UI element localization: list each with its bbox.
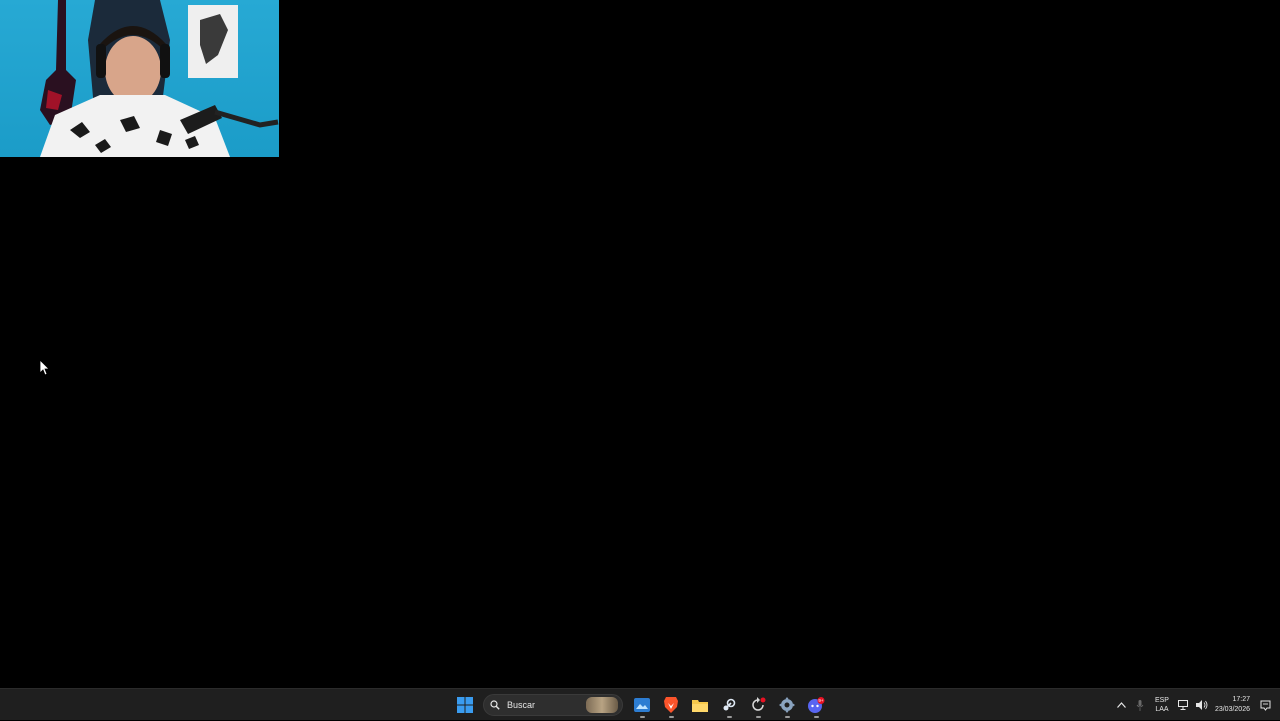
speaker-icon xyxy=(1195,700,1208,710)
clock-time: 17:27 xyxy=(1232,696,1250,703)
taskbar-app-discord[interactable]: 9+ xyxy=(801,691,830,719)
search-icon xyxy=(490,700,500,710)
microphone-button[interactable] xyxy=(1131,689,1149,721)
taskbar-apps: Buscar 9+ xyxy=(450,691,830,719)
running-indicator xyxy=(813,716,819,718)
language-code: ESP xyxy=(1154,697,1169,704)
running-indicator xyxy=(755,716,761,718)
notifications-button[interactable] xyxy=(1256,689,1274,721)
mouse-cursor-icon xyxy=(40,360,50,376)
running-indicator xyxy=(639,716,645,718)
input-language-button[interactable]: ESP LAA xyxy=(1155,696,1169,714)
show-hidden-icons-button[interactable] xyxy=(1113,689,1131,721)
taskbar-app-file-explorer[interactable] xyxy=(685,691,714,719)
system-tray: ESP LAA 17:27 23/03/2026 xyxy=(1113,689,1280,721)
microphone-icon xyxy=(1136,699,1144,711)
network-icon xyxy=(1177,700,1188,710)
folder-icon xyxy=(691,699,708,712)
chevron-up-icon xyxy=(1117,702,1127,708)
clock-button[interactable]: 17:27 23/03/2026 xyxy=(1215,695,1250,715)
discord-badge: 9+ xyxy=(818,698,824,703)
taskbar-app-settings[interactable] xyxy=(772,691,801,719)
running-indicator xyxy=(726,716,732,718)
search-placeholder: Buscar xyxy=(507,700,536,710)
start-button[interactable] xyxy=(450,691,479,719)
search-highlight-image xyxy=(586,697,618,713)
windows-logo-icon xyxy=(456,697,473,713)
gear-icon xyxy=(778,697,795,713)
taskbar-app-update[interactable] xyxy=(743,691,772,719)
clock-date: 23/03/2026 xyxy=(1214,706,1250,713)
search-box[interactable]: Buscar xyxy=(483,694,623,716)
keyboard-layout: LAA xyxy=(1155,706,1169,713)
desktop xyxy=(0,0,1280,688)
webcam-overlay xyxy=(0,0,279,157)
brave-lion-icon xyxy=(663,697,678,713)
discord-icon: 9+ xyxy=(807,697,824,713)
taskbar-app-steam[interactable] xyxy=(714,691,743,719)
notification-bell-icon xyxy=(1260,700,1270,711)
taskbar: Buscar 9+ ESP LAA 17:27 23/03/2026 xyxy=(0,688,1280,720)
steam-icon xyxy=(723,698,735,711)
network-button[interactable] xyxy=(1175,689,1193,721)
taskbar-app-brave[interactable] xyxy=(656,691,685,719)
running-indicator xyxy=(784,716,790,718)
image-viewer-icon xyxy=(633,698,650,712)
refresh-notification-icon xyxy=(751,697,765,711)
taskbar-app-preview[interactable] xyxy=(627,691,656,719)
volume-button[interactable] xyxy=(1193,689,1211,721)
running-indicator xyxy=(668,716,674,718)
